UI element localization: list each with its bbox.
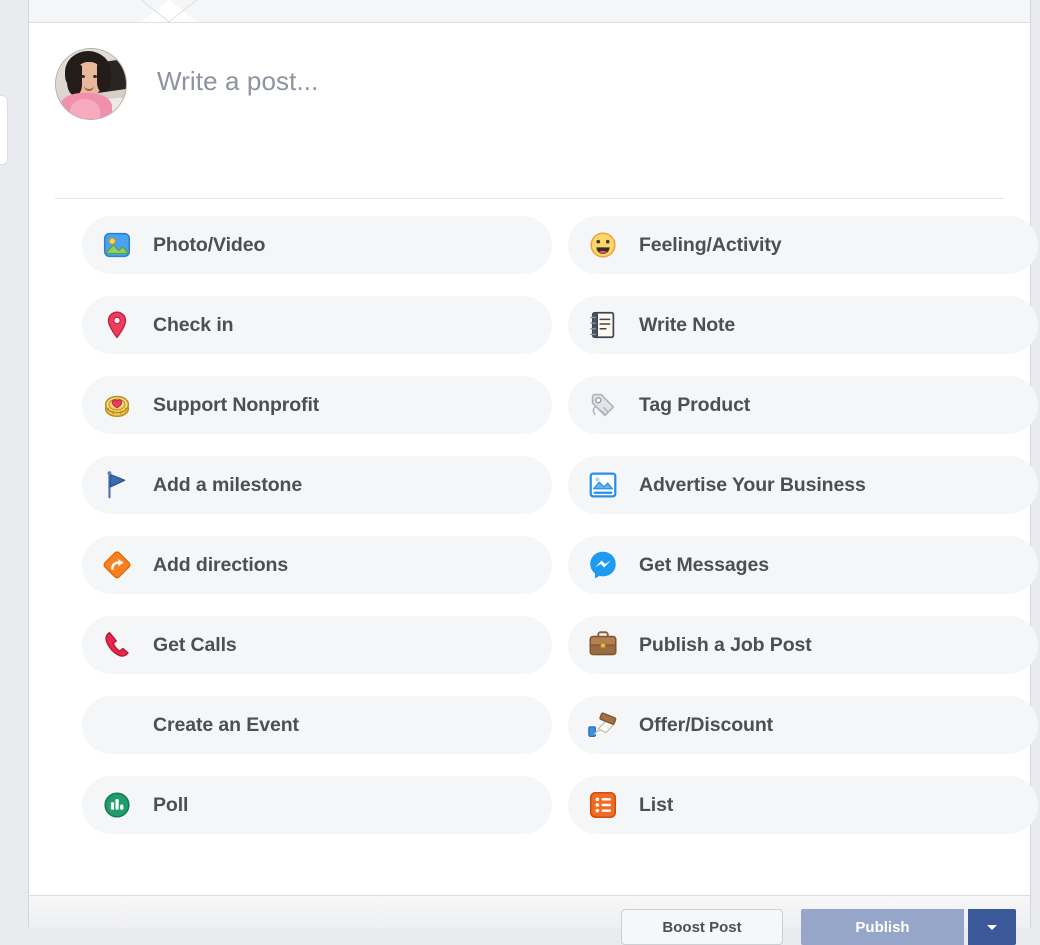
phone-handset-icon — [99, 627, 135, 663]
option-label: Advertise Your Business — [639, 473, 866, 496]
composer-body: Write a post... Photo/Video Feeling/Activ… — [29, 23, 1038, 896]
offer-stamp-icon — [585, 707, 621, 743]
post-text-input[interactable]: Write a post... — [157, 65, 318, 97]
option-label: Add directions — [153, 553, 289, 576]
option-row-add-a-milestone[interactable]: Add a milestone — [82, 456, 552, 514]
poll-bars-icon — [99, 787, 135, 823]
option-row-publish-a-job-post[interactable]: Publish a Job Post — [568, 616, 1038, 674]
option-row-list[interactable]: List — [568, 776, 1038, 834]
page-backdrop: Write a post... Photo/Video Feeling/Activ… — [0, 0, 1040, 945]
option-label: Publish a Job Post — [639, 633, 812, 656]
option-row-write-note[interactable]: Write Note — [568, 296, 1038, 354]
option-row-support-nonprofit[interactable]: Support Nonprofit — [82, 376, 552, 434]
composer-footer: Boost Post Publish — [29, 896, 1030, 945]
publish-options-dropdown[interactable] — [968, 909, 1016, 945]
option-label: Get Calls — [153, 633, 237, 656]
option-label: Poll — [153, 793, 189, 816]
composer-options-grid: Photo/Video Feeling/Activity Check in Write… — [29, 199, 1038, 856]
heart-coin-icon — [99, 387, 135, 423]
composer-tab-strip — [29, 0, 1030, 23]
option-label: Photo/Video — [153, 233, 266, 256]
avatar — [55, 48, 127, 120]
option-row-get-messages[interactable]: Get Messages — [568, 536, 1038, 594]
notebook-icon — [585, 307, 621, 343]
briefcase-icon — [585, 627, 621, 663]
option-row-tag-product[interactable]: Tag Product — [568, 376, 1038, 434]
publish-button[interactable]: Publish — [801, 909, 964, 945]
background-card-stub — [0, 95, 8, 165]
option-row-get-calls[interactable]: Get Calls — [82, 616, 552, 674]
smiley-face-icon — [585, 227, 621, 263]
option-label: Write Note — [639, 313, 736, 336]
flag-icon — [99, 467, 135, 503]
ad-picture-icon — [585, 467, 621, 503]
option-row-poll[interactable]: Poll — [82, 776, 552, 834]
option-label: Support Nonprofit — [153, 393, 320, 416]
photo-video-icon — [99, 227, 135, 263]
option-label: Feeling/Activity — [639, 233, 782, 256]
list-icon — [585, 787, 621, 823]
boost-post-button[interactable]: Boost Post — [621, 909, 783, 945]
option-row-feeling-activity[interactable]: Feeling/Activity — [568, 216, 1038, 274]
tab-strip-left-segment — [29, 0, 141, 22]
directions-arrow-icon — [99, 547, 135, 583]
composer-header: Write a post... — [29, 23, 1030, 120]
option-label: Add a milestone — [153, 473, 303, 496]
price-tag-icon — [585, 387, 621, 423]
option-label: List — [639, 793, 674, 816]
option-row-advertise-your-business[interactable]: Advertise Your Business — [568, 456, 1038, 514]
option-row-photo-video[interactable]: Photo/Video — [82, 216, 552, 274]
option-row-check-in[interactable]: Check in — [82, 296, 552, 354]
chevron-down-icon — [987, 924, 997, 930]
option-row-add-directions[interactable]: Add directions — [82, 536, 552, 594]
option-label: Tag Product — [639, 393, 751, 416]
option-row-create-an-event[interactable]: Create an Event — [82, 696, 552, 754]
post-composer-modal: Write a post... Photo/Video Feeling/Activ… — [28, 0, 1038, 945]
option-label: Create an Event — [153, 713, 299, 736]
option-row-offer-discount[interactable]: Offer/Discount — [568, 696, 1038, 754]
calendar-plus-icon — [99, 707, 135, 743]
option-label: Offer/Discount — [639, 713, 774, 736]
option-label: Get Messages — [639, 553, 769, 576]
messenger-icon — [585, 547, 621, 583]
caret-edge-left — [141, 0, 169, 22]
option-label: Check in — [153, 313, 234, 336]
caret-edge-right — [169, 0, 197, 22]
location-pin-icon — [99, 307, 135, 343]
